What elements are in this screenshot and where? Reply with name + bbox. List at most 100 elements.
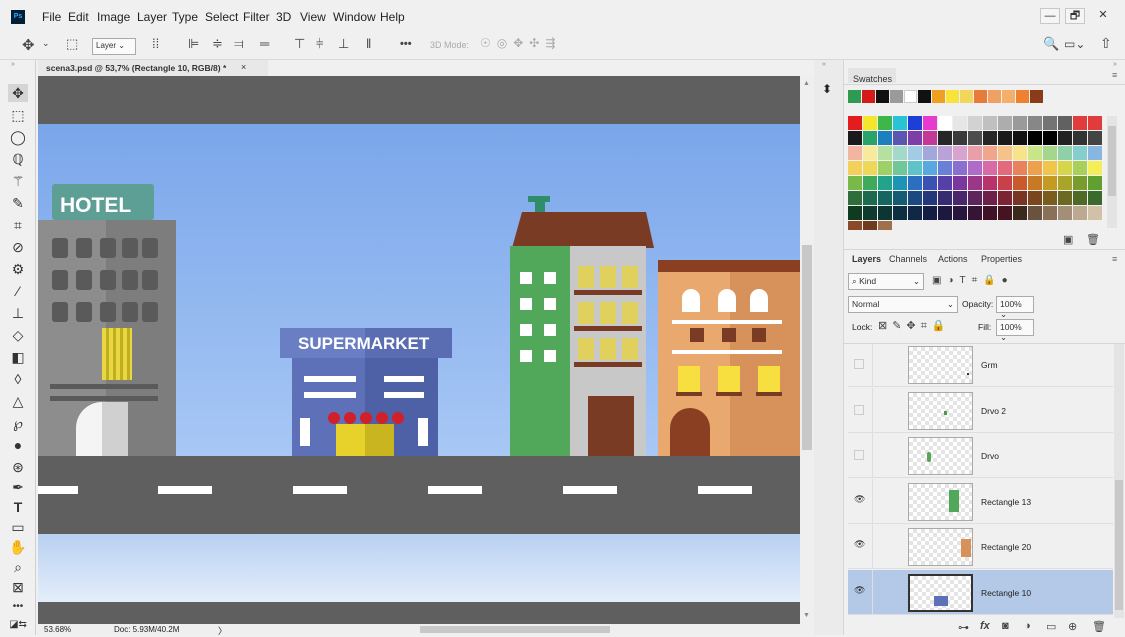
menu-image[interactable]: Image <box>97 10 130 24</box>
layer-name[interactable]: Rectangle 20 <box>981 542 1031 552</box>
recent-swatch[interactable] <box>862 90 875 103</box>
magic-wand-tool[interactable]: ⚚ <box>8 172 28 190</box>
menu-filter[interactable]: Filter <box>243 10 270 24</box>
swatch[interactable] <box>938 161 952 175</box>
swatch[interactable] <box>1013 131 1027 145</box>
zoom-level[interactable]: 53.68% <box>44 625 71 634</box>
swatch[interactable] <box>968 161 982 175</box>
swatch[interactable] <box>938 116 952 130</box>
more-options-button[interactable]: ••• <box>400 38 412 50</box>
quick-select-tool[interactable]: ✎ <box>8 194 28 212</box>
align-center-icon[interactable]: ≑ <box>212 36 223 52</box>
scroll-up-icon[interactable]: ▲ <box>803 80 810 87</box>
swatch[interactable] <box>893 206 907 220</box>
swatch[interactable] <box>953 206 967 220</box>
document-tab[interactable]: scena3.psd @ 53,7% (Rectangle 10, RGB/8)… <box>38 60 268 76</box>
recent-swatch[interactable] <box>1016 90 1029 103</box>
swatch[interactable] <box>983 206 997 220</box>
swatch[interactable] <box>1073 191 1087 205</box>
menu-3d[interactable]: 3D <box>276 10 291 24</box>
delete-swatch-icon[interactable]: 🗑 <box>1086 233 1100 246</box>
swatch[interactable] <box>968 206 982 220</box>
swatch[interactable] <box>1028 161 1042 175</box>
distribute-vertical-icon[interactable]: ‖ <box>366 36 371 51</box>
layer-thumbnail[interactable] <box>908 528 973 566</box>
history-icon[interactable]: ⬍ <box>822 82 832 96</box>
triangle-tool[interactable]: △ <box>8 392 28 410</box>
opacity-field[interactable]: 100% ⌄ <box>996 296 1034 319</box>
swatch[interactable] <box>983 146 997 160</box>
swatch[interactable] <box>998 176 1012 190</box>
status-menu-icon[interactable]: 〉 <box>218 624 227 637</box>
polygon-lasso-tool[interactable]: ℚ <box>8 150 28 168</box>
type-tool[interactable]: T <box>8 498 28 516</box>
swatch[interactable] <box>923 206 937 220</box>
swatch[interactable] <box>863 161 877 175</box>
align-bottom-icon[interactable]: ⊥ <box>338 36 349 52</box>
swatch[interactable] <box>1013 206 1027 220</box>
swatch[interactable] <box>908 146 922 160</box>
swatch[interactable] <box>908 191 922 205</box>
swatch[interactable] <box>878 146 892 160</box>
swatch[interactable] <box>998 161 1012 175</box>
color-swap-icon[interactable]: ◪⇆ <box>8 616 28 630</box>
close-document-icon[interactable]: × <box>241 62 246 72</box>
eyedropper-tool[interactable]: ⊘ <box>8 238 28 256</box>
recent-swatch[interactable] <box>848 90 861 103</box>
close-window-button[interactable]: ✕ <box>1093 8 1113 24</box>
swatch[interactable] <box>848 206 862 220</box>
swatch[interactable] <box>1028 176 1042 190</box>
layer-row[interactable]: Grm <box>848 344 1113 387</box>
swatch[interactable] <box>1028 116 1042 130</box>
visibility-off-icon[interactable] <box>854 450 864 460</box>
canvas-area[interactable]: HOTEL SUPERMARKET <box>38 76 800 624</box>
swatch[interactable] <box>953 131 967 145</box>
swatch[interactable] <box>848 131 862 145</box>
layer-row[interactable]: 👁 Rectangle 20 <box>848 524 1113 569</box>
swatch[interactable] <box>953 161 967 175</box>
swatch[interactable] <box>878 116 892 130</box>
swatch[interactable] <box>968 131 982 145</box>
swatch[interactable] <box>968 146 982 160</box>
recent-swatch[interactable] <box>1002 90 1015 103</box>
swatch[interactable] <box>878 206 892 220</box>
swatch[interactable] <box>1058 146 1072 160</box>
swatch[interactable] <box>998 146 1012 160</box>
distribute-icon[interactable]: ═ <box>260 36 269 51</box>
recent-swatch[interactable] <box>974 90 987 103</box>
recent-swatch[interactable] <box>988 90 1001 103</box>
brush-tool[interactable]: ⁄ <box>8 282 28 300</box>
swatch[interactable] <box>1073 146 1087 160</box>
swatch[interactable] <box>878 191 892 205</box>
swatch[interactable] <box>953 146 967 160</box>
recent-swatch[interactable] <box>946 90 959 103</box>
swatch[interactable] <box>983 131 997 145</box>
swatch[interactable] <box>923 146 937 160</box>
swatch[interactable] <box>863 116 877 130</box>
menu-window[interactable]: Window <box>333 10 376 24</box>
align-left-icon[interactable]: ⊫ <box>188 36 199 52</box>
swatch[interactable] <box>968 191 982 205</box>
dock-expand-icon[interactable]: « <box>822 61 826 68</box>
swatch[interactable] <box>983 191 997 205</box>
adjustment-icon[interactable]: ◑ <box>1024 620 1031 632</box>
crop-tool[interactable]: ⌗ <box>8 216 28 234</box>
menu-edit[interactable]: Edit <box>68 10 89 24</box>
swatch[interactable] <box>938 191 952 205</box>
stamp-tool[interactable]: ⊥ <box>8 304 28 322</box>
swatch[interactable] <box>1058 191 1072 205</box>
visibility-eye-icon[interactable]: 👁 <box>854 585 865 596</box>
move-tool-icon[interactable]: ✥ <box>22 36 35 54</box>
visibility-eye-icon[interactable]: 👁 <box>854 494 865 505</box>
recent-swatch[interactable] <box>932 90 945 103</box>
layer-name[interactable]: Rectangle 13 <box>981 497 1031 507</box>
swatch[interactable] <box>1073 161 1087 175</box>
tools-collapse-icon[interactable]: » <box>11 61 15 68</box>
swatches-tab[interactable]: Swatches <box>848 68 896 84</box>
layer-row[interactable]: 👁 Rectangle 13 <box>848 478 1113 524</box>
swatch[interactable] <box>1028 146 1042 160</box>
menu-view[interactable]: View <box>300 10 326 24</box>
swatch[interactable] <box>1073 116 1087 130</box>
swatch[interactable] <box>983 161 997 175</box>
rectangle-tool[interactable]: ▭ <box>8 518 28 536</box>
